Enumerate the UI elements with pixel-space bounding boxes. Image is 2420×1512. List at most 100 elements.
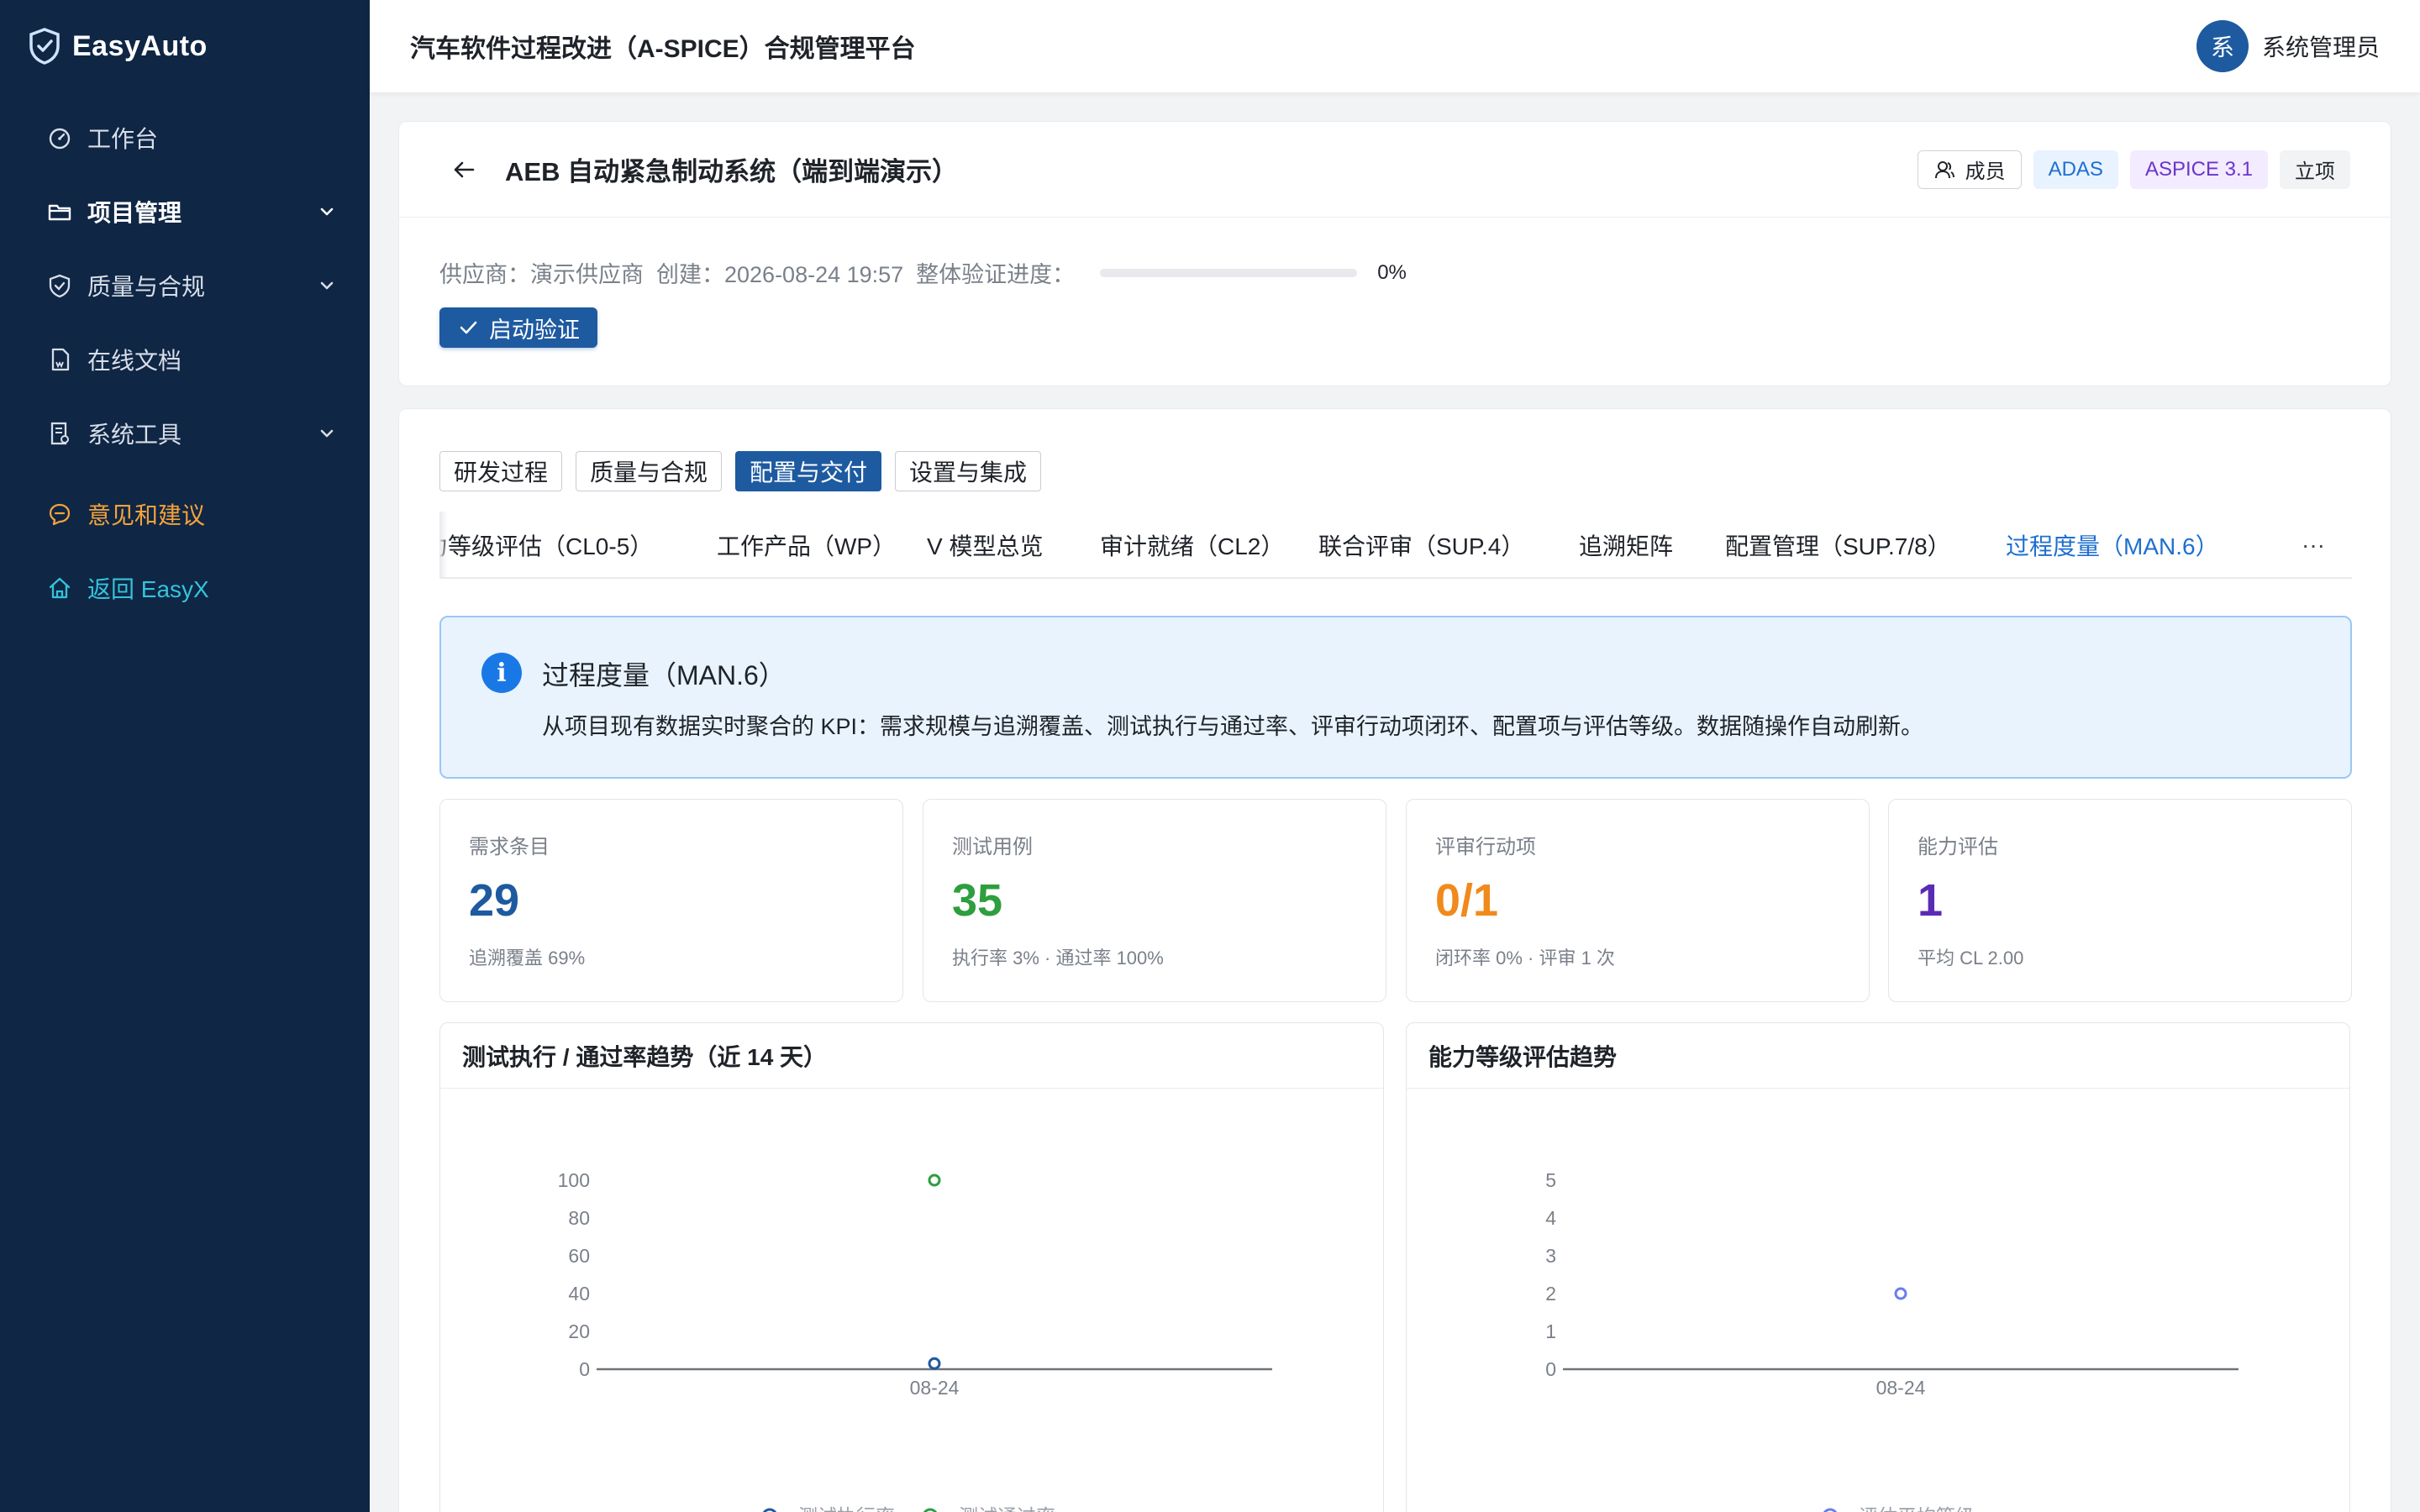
- chevron-down-icon[interactable]: [318, 424, 336, 443]
- tab-capability-assessment[interactable]: 力等级评估（CL0-5）: [439, 512, 653, 577]
- legend-label: 测试执行率: [798, 1505, 895, 1512]
- dashboard-icon: [49, 128, 71, 150]
- tag-domain: ADAS: [2033, 150, 2118, 189]
- sidebar-item-projects[interactable]: 项目管理: [0, 175, 370, 249]
- kpi-value: 35: [952, 875, 1003, 926]
- sub-tabs: 力等级评估（CL0-5） 工作产品（WP） V 模型总览 审计就绪（CL2） 联…: [439, 512, 2352, 579]
- user-name[interactable]: 系统管理员: [2262, 29, 2380, 63]
- members-icon: [1934, 160, 1954, 178]
- y-tick-label: 0: [1545, 1358, 1556, 1380]
- avatar[interactable]: 系: [2196, 20, 2249, 72]
- y-tick-label: 20: [568, 1320, 590, 1342]
- shield-logo-icon: [29, 28, 60, 65]
- data-point[interactable]: [928, 1357, 941, 1370]
- sidebar-item-quality[interactable]: 质量与合规: [0, 249, 370, 323]
- tab-joint-review[interactable]: 联合评审（SUP.4）: [1318, 512, 1524, 577]
- y-tick-label: 40: [568, 1283, 590, 1305]
- kpi-label: 测试用例: [952, 836, 1033, 858]
- kpi-subtext: 平均 CL 2.00: [1918, 948, 2024, 969]
- legend-item[interactable]: 测试通过率: [912, 1505, 1055, 1512]
- verification-progress-bar: [1100, 268, 1358, 277]
- user-menu[interactable]: 系 系统管理员: [2196, 20, 2380, 72]
- info-alert: i 过程度量（MAN.6） 从项目现有数据实时聚合的 KPI：需求规模与追溯覆盖…: [439, 616, 2352, 779]
- folder-icon: [48, 204, 71, 221]
- project-meta: 供应商：演示供应商 创建：2026-08-24 19:57 整体验证进度： 0%…: [399, 218, 2391, 348]
- chevron-down-icon[interactable]: [318, 276, 336, 295]
- tab-audit-ready[interactable]: 审计就绪（CL2）: [1100, 512, 1284, 577]
- test-trend-chart-card: 测试执行 / 通过率趋势（近 14 天） 0 20 40 60 80 100 08-24 测试…: [439, 1022, 1384, 1512]
- start-verification-button[interactable]: 启动验证: [439, 307, 597, 348]
- kpi-value: 29: [469, 875, 520, 926]
- start-verification-label: 启动验证: [489, 317, 580, 343]
- members-label: 成员: [1965, 160, 2006, 183]
- home-icon: [49, 577, 71, 599]
- info-description: 从项目现有数据实时聚合的 KPI：需求规模与追溯覆盖、测试执行与通过率、评审行动…: [542, 714, 1924, 739]
- project-meta-text: 供应商：演示供应商 创建：2026-08-24 19:57 整体验证进度：: [439, 262, 1076, 287]
- kpi-subtext: 闭环率 0% · 评审 1 次: [1435, 948, 1615, 969]
- y-tick-label: 1: [1545, 1320, 1556, 1342]
- chevron-down-icon[interactable]: [318, 202, 336, 221]
- tab-work-products[interactable]: 工作产品（WP）: [717, 512, 896, 577]
- kpi-label: 需求条目: [469, 836, 550, 858]
- tab-trace-matrix[interactable]: 追溯矩阵: [1579, 512, 1673, 577]
- project-title: AEB 自动紧急制动系统（端到端演示）: [505, 157, 959, 186]
- sidebar-item-label: 返回 EasyX: [87, 576, 209, 602]
- sidebar-item-label: 质量与合规: [87, 274, 206, 300]
- tab-v-model[interactable]: V 模型总览: [927, 512, 1043, 577]
- kpi-subtext: 执行率 3% · 通过率 100%: [952, 948, 1164, 969]
- tab-config-management[interactable]: 配置管理（SUP.7/8）: [1725, 512, 1951, 577]
- x-tick-label: 08-24: [910, 1377, 960, 1399]
- group-tab-dev-process[interactable]: 研发过程: [439, 451, 563, 491]
- sidebar-item-back-easyx[interactable]: 返回 EasyX: [0, 551, 370, 625]
- project-header-card: AEB 自动紧急制动系统（端到端演示） 成员 ADAS ASPICE 3.1 立…: [398, 121, 2391, 386]
- more-tabs-button[interactable]: ···: [2302, 512, 2325, 577]
- legend-label: 评估平均等级: [1859, 1505, 1975, 1512]
- kpi-value: 0/1: [1435, 875, 1499, 926]
- brand-name: EasyAuto: [72, 29, 208, 62]
- y-tick-label: 100: [558, 1169, 590, 1191]
- document-icon: [51, 348, 70, 371]
- brand[interactable]: EasyAuto: [0, 0, 370, 92]
- y-tick-label: 5: [1545, 1169, 1556, 1191]
- sidebar-item-feedback[interactable]: 意见和建议: [0, 477, 370, 551]
- project-tags: 成员 ADAS ASPICE 3.1 立项: [1917, 150, 2350, 189]
- sidebar-item-tools[interactable]: 系统工具: [0, 396, 370, 470]
- group-tab-quality[interactable]: 质量与合规: [576, 451, 723, 491]
- app-title: 汽车软件过程改进（A-SPICE）合规管理平台: [410, 35, 916, 63]
- data-point[interactable]: [1894, 1287, 1907, 1300]
- sidebar-item-docs[interactable]: 在线文档: [0, 323, 370, 396]
- tag-standard: ASPICE 3.1: [2129, 150, 2268, 189]
- tabs-scroll-fade: [439, 512, 448, 577]
- sidebar-item-label: 在线文档: [87, 348, 182, 374]
- y-tick-label: 2: [1545, 1283, 1556, 1305]
- kpi-card-review-actions: 评审行动项 0/1 闭环率 0% · 评审 1 次: [1406, 799, 1870, 1002]
- x-tick-label: 08-24: [1876, 1377, 1926, 1399]
- legend-item[interactable]: 测试执行率: [751, 1505, 895, 1512]
- kpi-subtext: 追溯覆盖 69%: [469, 948, 586, 969]
- members-button[interactable]: 成员: [1917, 150, 2022, 189]
- sidebar: EasyAuto 工作台 项目管理 质量与合规 在线文档 系统工具 意见和建议: [0, 0, 370, 1512]
- legend-item[interactable]: 评估平均等级: [1812, 1505, 1975, 1512]
- back-arrow-icon[interactable]: [450, 155, 478, 184]
- capability-trend-chart: 0 1 2 3 4 5 08-24 评估平均等级: [1545, 1169, 2238, 1512]
- info-icon: i: [481, 653, 522, 693]
- test-trend-chart: 0 20 40 60 80 100 08-24 测试执行率 测试通过率: [558, 1169, 1272, 1512]
- data-point[interactable]: [928, 1173, 941, 1187]
- group-tab-config-delivery[interactable]: 配置与交付: [735, 451, 882, 491]
- capability-trend-chart-card: 能力等级评估趋势 0 1 2 3 4 5 08-24 评估平均等级: [1406, 1022, 2350, 1512]
- shield-icon: [49, 274, 71, 298]
- kpi-card-test-cases: 测试用例 35 执行率 3% · 通过率 100%: [923, 799, 1386, 1002]
- tools-icon: [50, 422, 69, 445]
- sidebar-item-label: 意见和建议: [87, 502, 206, 528]
- legend-label: 测试通过率: [959, 1505, 1055, 1512]
- tab-process-metrics[interactable]: 过程度量（MAN.6）: [2006, 512, 2219, 577]
- y-tick-label: 0: [579, 1358, 590, 1380]
- progress-percent: 0%: [1377, 260, 1407, 284]
- check-icon: [460, 321, 477, 334]
- y-tick-label: 80: [568, 1207, 590, 1229]
- info-title: 过程度量（MAN.6）: [542, 660, 786, 690]
- group-tab-settings[interactable]: 设置与集成: [895, 451, 1042, 491]
- main-content-card: 研发过程 质量与合规 配置与交付 设置与集成 力等级评估（CL0-5） 工作产品…: [398, 408, 2391, 1512]
- sidebar-item-dashboard[interactable]: 工作台: [0, 101, 370, 175]
- sidebar-nav: 工作台 项目管理 质量与合规 在线文档 系统工具 意见和建议 返回 EasyX: [0, 101, 370, 625]
